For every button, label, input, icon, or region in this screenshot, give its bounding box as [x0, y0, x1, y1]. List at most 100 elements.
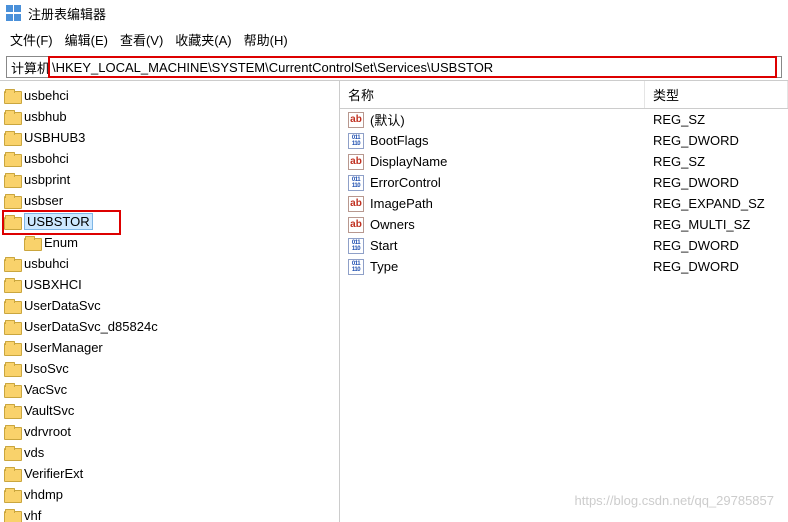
folder-icon	[4, 341, 20, 354]
tree-item-label: usbohci	[24, 151, 69, 166]
value-type: REG_DWORD	[645, 259, 788, 274]
value-row[interactable]: 011 110 ErrorControl REG_DWORD	[340, 172, 788, 193]
folder-icon	[4, 89, 20, 102]
title-bar: 注册表编辑器	[0, 0, 788, 26]
value-type: REG_SZ	[645, 112, 788, 127]
dword-value-icon: 011 110	[348, 259, 364, 275]
menu-view[interactable]: 查看(V)	[120, 30, 163, 49]
folder-icon	[4, 194, 20, 207]
menu-help[interactable]: 帮助(H)	[244, 30, 288, 49]
folder-icon	[4, 320, 20, 333]
menu-edit[interactable]: 编辑(E)	[65, 30, 108, 49]
tree-item-usbuhci[interactable]: usbuhci	[0, 253, 339, 274]
window-title: 注册表编辑器	[28, 4, 106, 23]
tree-item-vaultsvc[interactable]: VaultSvc	[0, 400, 339, 421]
value-name: Start	[370, 238, 397, 253]
dword-value-icon: 011 110	[348, 133, 364, 149]
tree-item-userdatasvc[interactable]: UserDataSvc	[0, 295, 339, 316]
folder-icon	[4, 257, 20, 270]
tree-item-usbstor[interactable]: USBSTOR	[0, 211, 339, 232]
tree-item-usermanager[interactable]: UserManager	[0, 337, 339, 358]
value-row[interactable]: ab (默认) REG_SZ	[340, 109, 788, 130]
tree-item-usbser[interactable]: usbser	[0, 190, 339, 211]
folder-icon	[4, 299, 20, 312]
value-name: ErrorControl	[370, 175, 441, 190]
tree-item-label: vhdmp	[24, 487, 63, 502]
list-body: ab(默认)REG_SZ011 110BootFlagsREG_DWORDabD…	[340, 109, 788, 277]
tree-item-userdatasvc_d85824c[interactable]: UserDataSvc_d85824c	[0, 316, 339, 337]
tree-item-verifierext[interactable]: VerifierExt	[0, 463, 339, 484]
tree-item-label: USBSTOR	[24, 213, 93, 230]
folder-icon	[4, 152, 20, 165]
value-row[interactable]: 011 110BootFlagsREG_DWORD	[340, 130, 788, 151]
list-view[interactable]: 名称 类型 ab (默认) REG_SZ 011 110BootFlagsREG_DW…	[340, 81, 788, 522]
tree-item-usbxhci[interactable]: USBXHCI	[0, 274, 339, 295]
value-name: (默认)	[370, 110, 405, 129]
tree-item-label: Enum	[44, 235, 78, 250]
menu-file[interactable]: 文件(F)	[10, 30, 53, 49]
tree-item-usbhub3[interactable]: USBHUB3	[0, 127, 339, 148]
tree-item-usbprint[interactable]: usbprint	[0, 169, 339, 190]
tree-item-label: VacSvc	[24, 382, 67, 397]
value-type: REG_DWORD	[645, 133, 788, 148]
dword-value-icon: 011 110	[348, 175, 364, 191]
address-bar[interactable]: 计算机 \HKEY_LOCAL_MACHINE\SYSTEM\CurrentCo…	[6, 56, 782, 78]
value-name: DisplayName	[370, 154, 447, 169]
folder-icon	[24, 236, 40, 249]
tree-item-vacsvc[interactable]: VacSvc	[0, 379, 339, 400]
value-type: REG_DWORD	[645, 175, 788, 190]
value-type: REG_DWORD	[645, 238, 788, 253]
tree-item-usbehci[interactable]: usbehci	[0, 85, 339, 106]
tree-item-label: VerifierExt	[24, 466, 83, 481]
tree-item-label: UserDataSvc_d85824c	[24, 319, 158, 334]
folder-icon	[4, 446, 20, 459]
tree-item-label: vhf	[24, 508, 41, 522]
folder-icon	[4, 131, 20, 144]
address-prefix: 计算机	[11, 58, 50, 77]
value-type: REG_SZ	[645, 154, 788, 169]
tree-item-label: usbuhci	[24, 256, 69, 271]
tree-view[interactable]: usbehci usbhub USBHUB3 usbohci usbprint usbse…	[0, 81, 340, 522]
value-type: REG_EXPAND_SZ	[645, 196, 788, 211]
value-row[interactable]: ab DisplayName REG_SZ	[340, 151, 788, 172]
dword-value-icon: 011 110	[348, 238, 364, 254]
menu-bar: 文件(F) 编辑(E) 查看(V) 收藏夹(A) 帮助(H)	[0, 26, 788, 54]
value-row[interactable]: 011 110TypeREG_DWORD	[340, 256, 788, 277]
folder-icon	[4, 173, 20, 186]
tree-item-vhdmp[interactable]: vhdmp	[0, 484, 339, 505]
tree-item-label: vdrvroot	[24, 424, 71, 439]
value-type: REG_MULTI_SZ	[645, 217, 788, 232]
folder-icon	[4, 488, 20, 501]
tree-item-label: usbhub	[24, 109, 67, 124]
tree-item-vhf[interactable]: vhf	[0, 505, 339, 522]
value-row[interactable]: 011 110 Start REG_DWORD	[340, 235, 788, 256]
menu-favorites[interactable]: 收藏夹(A)	[175, 30, 231, 49]
string-value-icon: ab	[348, 112, 364, 128]
tree-item-label: usbehci	[24, 88, 69, 103]
tree-item-usbohci[interactable]: usbohci	[0, 148, 339, 169]
list-header: 名称 类型	[340, 81, 788, 109]
tree-item-label: UserManager	[24, 340, 103, 355]
tree-item-usosvc[interactable]: UsoSvc	[0, 358, 339, 379]
tree-item-label: USBXHCI	[24, 277, 82, 292]
value-row[interactable]: abOwnersREG_MULTI_SZ	[340, 214, 788, 235]
tree-item-label: VaultSvc	[24, 403, 74, 418]
folder-icon	[4, 425, 20, 438]
value-name: Owners	[370, 217, 415, 232]
column-header-name[interactable]: 名称	[340, 81, 645, 108]
tree-item-enum[interactable]: Enum	[0, 232, 339, 253]
address-bar-container: 计算机 \HKEY_LOCAL_MACHINE\SYSTEM\CurrentCo…	[0, 54, 788, 80]
folder-icon	[4, 110, 20, 123]
tree-item-label: UserDataSvc	[24, 298, 101, 313]
tree-item-usbhub[interactable]: usbhub	[0, 106, 339, 127]
column-header-type[interactable]: 类型	[645, 81, 788, 108]
tree-item-label: USBHUB3	[24, 130, 85, 145]
value-name: ImagePath	[370, 196, 433, 211]
string-value-icon: ab	[348, 154, 364, 170]
value-row[interactable]: abImagePathREG_EXPAND_SZ	[340, 193, 788, 214]
tree-item-vdrvroot[interactable]: vdrvroot	[0, 421, 339, 442]
tree-item-label: usbprint	[24, 172, 70, 187]
tree-item-vds[interactable]: vds	[0, 442, 339, 463]
folder-icon	[4, 404, 20, 417]
tree-item-label: vds	[24, 445, 44, 460]
